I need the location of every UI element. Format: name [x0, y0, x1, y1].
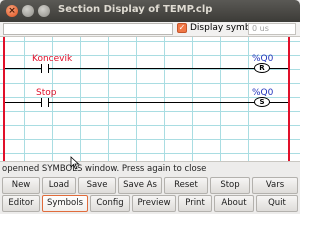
grid-line	[0, 83, 300, 84]
button-row-1: New Load Save Save As Reset Stop Vars	[0, 177, 300, 195]
symbols-button[interactable]: Symbols	[42, 195, 88, 212]
section-field[interactable]	[3, 23, 173, 35]
grid-line	[0, 125, 300, 126]
preview-button[interactable]: Preview	[132, 195, 176, 212]
status-bar: openned SYMBOLS window. Press again to c…	[0, 162, 300, 176]
stop-button[interactable]: Stop	[210, 177, 250, 194]
save-as-button[interactable]: Save As	[118, 177, 162, 194]
section-display-window: × Section Display of TEMP.clp ✓ Display …	[0, 0, 300, 214]
grid-line	[0, 139, 300, 140]
config-button[interactable]: Config	[90, 195, 130, 212]
about-button[interactable]: About	[214, 195, 254, 212]
normally-closed-contact[interactable]	[38, 64, 52, 73]
print-button[interactable]: Print	[178, 195, 212, 212]
contact-label: Stop	[36, 88, 57, 98]
left-power-rail	[3, 37, 5, 161]
vars-button[interactable]: Vars	[252, 177, 298, 194]
refresh-period-field[interactable]: 0 us	[248, 23, 296, 35]
grid-line	[0, 153, 300, 154]
maximize-window-icon[interactable]	[38, 5, 50, 17]
reset-coil[interactable]: R	[254, 63, 270, 73]
window-title: Section Display of TEMP.clp	[58, 4, 213, 15]
button-row-2: Editor Symbols Config Preview Print Abou…	[0, 195, 300, 213]
mouse-pointer-icon	[70, 156, 80, 170]
new-button[interactable]: New	[2, 177, 40, 194]
save-button[interactable]: Save	[78, 177, 116, 194]
reset-button[interactable]: Reset	[164, 177, 208, 194]
quit-button[interactable]: Quit	[256, 195, 298, 212]
title-bar: × Section Display of TEMP.clp	[0, 0, 300, 22]
editor-button[interactable]: Editor	[2, 195, 40, 212]
load-button[interactable]: Load	[42, 177, 76, 194]
right-power-rail	[288, 37, 290, 161]
grid-line	[0, 111, 300, 112]
ladder-canvas[interactable]: Koncevik %Q0 R Stop %Q0 S	[0, 36, 300, 162]
normally-closed-contact[interactable]	[38, 98, 52, 107]
top-toolbar: ✓ Display symbols 0 us	[0, 22, 300, 36]
grid-line	[0, 41, 300, 42]
close-window-icon[interactable]: ×	[6, 5, 18, 17]
display-symbols-checkbox[interactable]: ✓	[177, 23, 187, 33]
minimize-window-icon[interactable]	[22, 5, 34, 17]
contact-label: Koncevik	[32, 54, 73, 64]
set-coil[interactable]: S	[254, 97, 270, 107]
